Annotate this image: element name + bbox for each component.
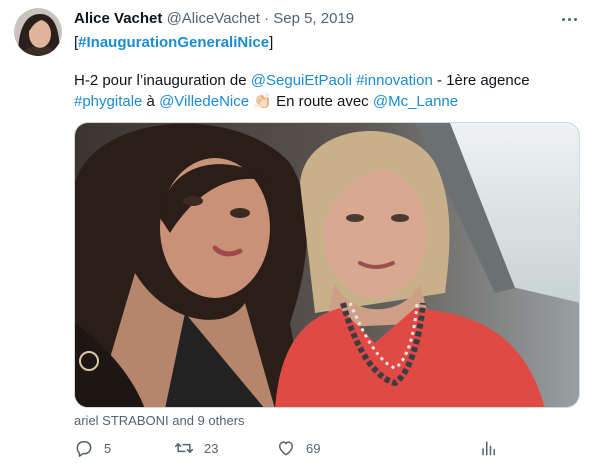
text-segment: H-2 pour l’inauguration de: [74, 72, 251, 89]
tweet-date[interactable]: Sep 5, 2019: [273, 10, 354, 27]
more-dot: [573, 17, 577, 21]
more-dot: [567, 17, 571, 21]
tweet-photo[interactable]: [74, 122, 580, 408]
clap-emoji: 👏🏻: [253, 93, 272, 110]
reply-icon: [76, 441, 92, 457]
hashtag-line: [#InaugurationGeneraliNice]: [74, 34, 273, 51]
analytics-icon: [482, 441, 495, 456]
author-name[interactable]: Alice Vachet: [74, 10, 162, 27]
bracket-close: ]: [269, 34, 274, 51]
tweet-header: Alice Vachet @AliceVachet · Sep 5, 2019: [74, 10, 354, 27]
retweet-icon: [174, 443, 194, 453]
like-button[interactable]: 69: [276, 438, 320, 458]
analytics-button[interactable]: [478, 438, 498, 458]
more-dot: [561, 17, 565, 21]
tweet-text: H-2 pour l’inauguration de @SeguiEtPaoli…: [74, 70, 579, 112]
text-segment: - 1ère agence: [432, 72, 530, 89]
author-handle[interactable]: @AliceVachet: [167, 10, 260, 27]
reply-count: 5: [104, 440, 112, 456]
mention-link[interactable]: @VilledeNice: [159, 93, 249, 110]
hashtag-link[interactable]: #phygitale: [74, 93, 142, 110]
separator: ·: [264, 10, 270, 27]
tagged-users[interactable]: ariel STRABONI and 9 others: [74, 413, 245, 428]
like-count: 69: [306, 440, 321, 456]
avatar-image: [14, 8, 62, 56]
text-segment: En route avec: [271, 93, 373, 110]
action-bar: 5 23 69: [74, 438, 580, 462]
tagged-users-label: ariel STRABONI and 9 others: [74, 413, 245, 428]
selfie-image: [75, 123, 579, 407]
hashtag-link[interactable]: #InaugurationGeneraliNice: [78, 34, 269, 51]
retweet-count: 23: [204, 440, 219, 456]
hashtag-link[interactable]: #innovation: [356, 72, 433, 89]
mention-link[interactable]: @Mc_Lanne: [373, 93, 458, 110]
mention-link[interactable]: @SeguiEtPaoli: [251, 72, 352, 89]
text-segment: à: [142, 93, 160, 110]
avatar[interactable]: [14, 8, 62, 56]
more-icon[interactable]: [557, 12, 581, 26]
retweet-button[interactable]: 23: [174, 438, 218, 458]
reply-button[interactable]: 5: [74, 438, 111, 458]
heart-icon: [279, 441, 293, 456]
